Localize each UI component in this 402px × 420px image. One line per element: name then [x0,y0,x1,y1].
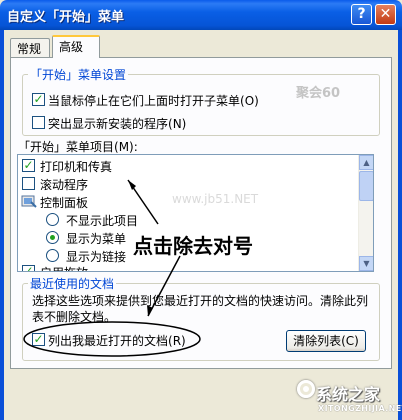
watermark-brand-name: 系统之家 [316,385,381,404]
annotation-arrowhead-down [147,305,153,316]
tab-advanced-label: 高级 [59,40,84,54]
annotation-text: 点击除去对号 [133,234,253,258]
tab-advanced[interactable]: 高级 [52,35,100,58]
annotation-ellipse [23,321,201,357]
annotation-arrowhead-up [128,180,136,190]
watermark-brand-url: XITONGZHIJIA.NET [318,404,402,413]
annotation-arrow-down [147,255,181,317]
annotation-overlay [23,179,201,357]
brand-logo-icon [297,380,315,398]
